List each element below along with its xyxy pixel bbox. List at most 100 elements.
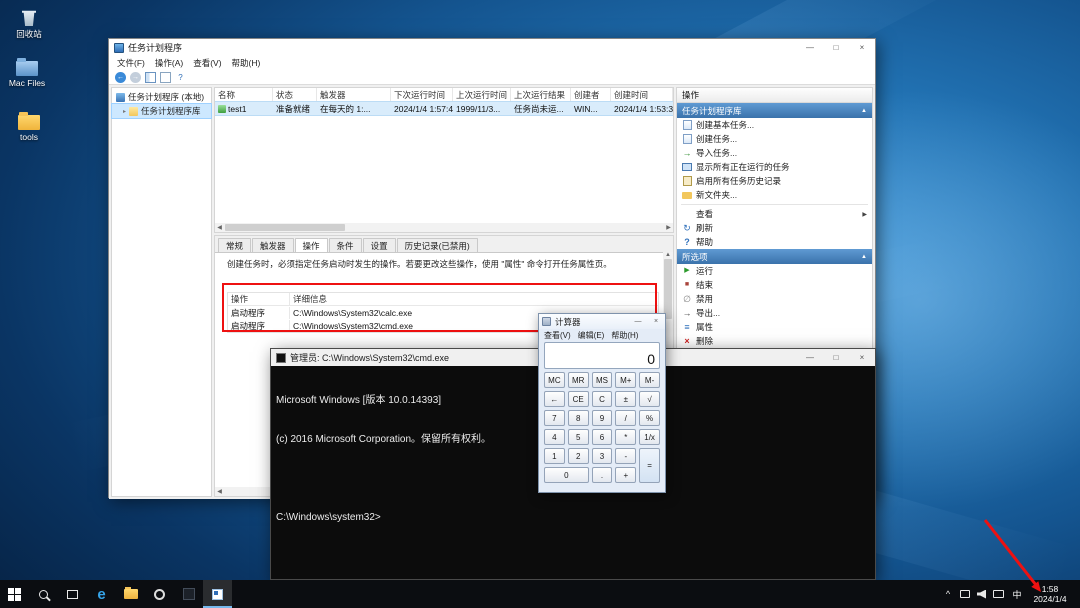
tree-item-root[interactable]: 任务计划程序 (本地) — [112, 90, 211, 104]
calc-key-1[interactable]: 1 — [544, 448, 565, 464]
tab-actions[interactable]: 操作 — [294, 238, 328, 252]
calc-key-mplus[interactable]: M+ — [615, 372, 637, 388]
scrollbar-thumb[interactable] — [225, 224, 345, 231]
action-end[interactable]: ■ 结束 — [677, 278, 872, 292]
taskbar-app-button[interactable] — [145, 580, 174, 608]
calc-key-2[interactable]: 2 — [567, 448, 589, 464]
column-header-last-run[interactable]: 上次运行时间 — [453, 88, 511, 101]
desktop-icon-tools[interactable]: tools — [2, 110, 56, 142]
maximize-icon[interactable]: □ — [823, 39, 849, 56]
calc-key-6[interactable]: 6 — [591, 429, 613, 445]
calc-key-0[interactable]: 0 — [544, 467, 589, 483]
column-header-name[interactable]: 名称 — [215, 88, 273, 101]
calc-key-negate[interactable]: ± — [615, 391, 637, 407]
console-tree-icon[interactable] — [145, 71, 156, 83]
calc-key-mr[interactable]: MR — [567, 372, 589, 388]
calc-key-reciprocal[interactable]: 1/x — [639, 429, 660, 445]
forward-icon[interactable]: → — [130, 71, 141, 83]
calc-key-4[interactable]: 4 — [544, 429, 565, 445]
calc-key-percent[interactable]: % — [639, 410, 660, 426]
tree-expand-icon[interactable]: ▸ — [123, 108, 126, 115]
menu-file[interactable]: 文件(F) — [112, 57, 150, 69]
column-header-last-result[interactable]: 上次运行结果 — [511, 88, 571, 101]
taskbar-task-scheduler-button[interactable] — [203, 580, 232, 608]
task-scheduler-titlebar[interactable]: 任务计划程序 — □ × — [109, 39, 875, 56]
action-import-task[interactable]: → 导入任务... — [677, 146, 872, 160]
minimize-icon[interactable]: — — [797, 39, 823, 56]
action-help[interactable]: ? 帮助 — [677, 235, 872, 249]
actions-column-header[interactable]: 操作 — [228, 293, 290, 305]
action-properties[interactable]: ≡ 属性 — [677, 320, 872, 334]
help-icon[interactable]: ? — [175, 72, 186, 83]
taskbar-explorer-button[interactable] — [116, 580, 145, 608]
column-header-created[interactable]: 创建时间 — [611, 88, 673, 101]
action-export[interactable]: → 导出... — [677, 306, 872, 320]
detail-column-header[interactable]: 详细信息 — [290, 293, 658, 305]
menu-action[interactable]: 操作(A) — [150, 57, 188, 69]
tab-settings[interactable]: 设置 — [362, 238, 396, 252]
tree-item-library[interactable]: ▸ 任务计划程序库 — [111, 103, 212, 119]
calc-key-9[interactable]: 9 — [591, 410, 613, 426]
scroll-left-icon[interactable]: ◀ — [215, 488, 224, 495]
desktop-icon-mac-files[interactable]: Mac Files — [0, 56, 54, 88]
calc-key-ce[interactable]: CE — [567, 391, 589, 407]
calc-key-add[interactable]: + — [615, 467, 637, 483]
calc-key-sqrt[interactable]: √ — [639, 391, 660, 407]
tray-show-hidden-icons[interactable]: ^ — [940, 589, 956, 599]
action-delete[interactable]: × 删除 — [677, 334, 872, 348]
tab-general[interactable]: 常规 — [218, 238, 252, 252]
properties-icon[interactable] — [160, 71, 171, 83]
maximize-icon[interactable]: □ — [823, 349, 849, 366]
taskbar-search-button[interactable] — [29, 580, 58, 608]
action-enable-task-history[interactable]: 启用所有任务历史记录 — [677, 174, 872, 188]
calc-key-equals[interactable]: = — [639, 448, 660, 483]
scroll-left-icon[interactable]: ◀ — [215, 224, 224, 231]
start-button[interactable] — [0, 580, 29, 608]
calc-key-ms[interactable]: MS — [591, 372, 613, 388]
action-disable[interactable]: ∅ 禁用 — [677, 292, 872, 306]
close-icon[interactable]: × — [849, 39, 875, 56]
scroll-right-icon[interactable]: ▶ — [664, 224, 673, 231]
column-header-status[interactable]: 状态 — [273, 88, 317, 101]
scroll-up-icon[interactable]: ▲ — [665, 252, 671, 258]
close-icon[interactable]: × — [849, 349, 875, 366]
action-run[interactable]: ▶ 运行 — [677, 264, 872, 278]
tray-keyboard-button[interactable] — [990, 590, 1007, 598]
calc-key-backspace[interactable]: ← — [544, 391, 565, 407]
scrollbar-thumb[interactable] — [664, 259, 672, 319]
calc-key-mminus[interactable]: M- — [639, 372, 660, 388]
tray-volume-button[interactable] — [973, 589, 990, 599]
action-view[interactable]: 查看 ▶ — [677, 207, 872, 221]
selected-item-header[interactable]: 所选项 ▲ — [677, 249, 872, 264]
column-header-next-run[interactable]: 下次运行时间 — [391, 88, 453, 101]
calc-key-5[interactable]: 5 — [567, 429, 589, 445]
calc-key-multiply[interactable]: * — [615, 429, 637, 445]
menu-view[interactable]: 查看(V) — [188, 57, 226, 69]
calc-key-mc[interactable]: MC — [544, 372, 565, 388]
minimize-icon[interactable]: — — [629, 314, 647, 329]
minimize-icon[interactable]: — — [797, 349, 823, 366]
action-refresh[interactable]: ↻ 刷新 — [677, 221, 872, 235]
calculator-titlebar[interactable]: 计算器 — × — [539, 314, 665, 329]
menu-help[interactable]: 帮助(H) — [227, 57, 266, 69]
collapse-icon[interactable]: ▲ — [861, 108, 867, 114]
action-create-task[interactable]: 创建任务... — [677, 132, 872, 146]
column-header-author[interactable]: 创建者 — [571, 88, 611, 101]
library-actions-header[interactable]: 任务计划程序库 ▲ — [677, 103, 872, 118]
calc-key-8[interactable]: 8 — [567, 410, 589, 426]
calc-menu-help[interactable]: 帮助(H) — [611, 330, 638, 341]
calc-menu-edit[interactable]: 编辑(E) — [578, 330, 605, 341]
action-create-basic-task[interactable]: 创建基本任务... — [677, 118, 872, 132]
taskbar-app-button-2[interactable] — [174, 580, 203, 608]
calc-key-decimal[interactable]: . — [591, 467, 613, 483]
tab-triggers[interactable]: 触发器 — [252, 238, 294, 252]
tab-history[interactable]: 历史记录(已禁用) — [396, 238, 478, 252]
tray-network-button[interactable] — [956, 590, 973, 598]
horizontal-scrollbar[interactable]: ◀ ▶ — [215, 223, 673, 232]
task-row[interactable]: test1 准备就绪 在每天的 1:... 2024/1/4 1:57:41 1… — [215, 101, 673, 116]
calc-menu-view[interactable]: 查看(V) — [544, 330, 571, 341]
calc-key-c[interactable]: C — [591, 391, 613, 407]
calc-key-3[interactable]: 3 — [591, 448, 613, 464]
taskbar-clock[interactable]: 1:58 2024/1/4 — [1027, 584, 1075, 604]
calc-key-subtract[interactable]: - — [615, 448, 637, 464]
